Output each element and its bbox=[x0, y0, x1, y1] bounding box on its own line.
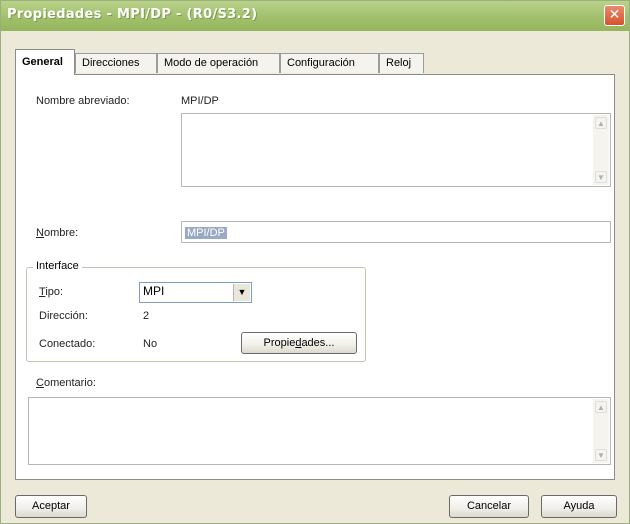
scroll-down-icon[interactable]: ▼ bbox=[595, 449, 607, 461]
short-name-box[interactable]: ▲ ▼ bbox=[181, 113, 611, 187]
properties-button[interactable]: Propiedades... bbox=[241, 332, 357, 354]
name-input-value: MPI/DP bbox=[185, 227, 227, 239]
address-label: Dirección: bbox=[39, 310, 88, 322]
type-label: Tipo: bbox=[39, 286, 64, 298]
tab-configuracion[interactable]: Configuración bbox=[280, 53, 379, 73]
short-name-label: Nombre abreviado: bbox=[36, 95, 130, 107]
close-icon[interactable]: ✕ bbox=[604, 5, 625, 26]
scroll-up-icon[interactable]: ▲ bbox=[595, 117, 607, 129]
accept-button[interactable]: Aceptar bbox=[15, 495, 87, 518]
tab-general[interactable]: General bbox=[15, 49, 75, 75]
title-bar[interactable]: Propiedades - MPI/DP - (R0/S3.2) ✕ bbox=[1, 1, 629, 31]
tab-reloj[interactable]: Reloj bbox=[379, 53, 424, 73]
name-input[interactable]: MPI/DP bbox=[181, 221, 611, 243]
interface-group: Interface Tipo: MPI ▼ Dirección: 2 Conec… bbox=[26, 260, 366, 362]
comment-label: Comentario: bbox=[36, 377, 96, 389]
scroll-up-icon[interactable]: ▲ bbox=[595, 401, 607, 413]
scroll-down-icon[interactable]: ▼ bbox=[595, 171, 607, 183]
interface-legend: Interface bbox=[33, 260, 82, 272]
chevron-down-icon[interactable]: ▼ bbox=[233, 284, 250, 301]
properties-dialog: Propiedades - MPI/DP - (R0/S3.2) ✕ Gener… bbox=[0, 0, 630, 524]
name-label: Nombre: bbox=[36, 227, 79, 239]
comment-textarea[interactable]: ▲ ▼ bbox=[28, 397, 611, 465]
connected-value: No bbox=[143, 338, 158, 350]
connected-label: Conectado: bbox=[39, 338, 96, 350]
tab-direcciones[interactable]: Direcciones bbox=[75, 53, 157, 73]
short-name-value: MPI/DP bbox=[181, 95, 219, 107]
comment-scrollbar[interactable]: ▲ ▼ bbox=[593, 399, 609, 463]
window-title: Propiedades - MPI/DP - (R0/S3.2) bbox=[7, 7, 258, 22]
type-select-value: MPI bbox=[143, 284, 165, 298]
general-tab-panel: Nombre abreviado: MPI/DP ▲ ▼ Nombre: MPI… bbox=[15, 74, 615, 480]
help-button[interactable]: Ayuda bbox=[541, 495, 617, 518]
cancel-button[interactable]: Cancelar bbox=[449, 495, 529, 518]
type-select[interactable]: MPI ▼ bbox=[139, 282, 252, 303]
address-value: 2 bbox=[143, 310, 150, 322]
short-name-scrollbar[interactable]: ▲ ▼ bbox=[593, 115, 609, 185]
tab-modo-operacion[interactable]: Modo de operación bbox=[157, 53, 280, 73]
